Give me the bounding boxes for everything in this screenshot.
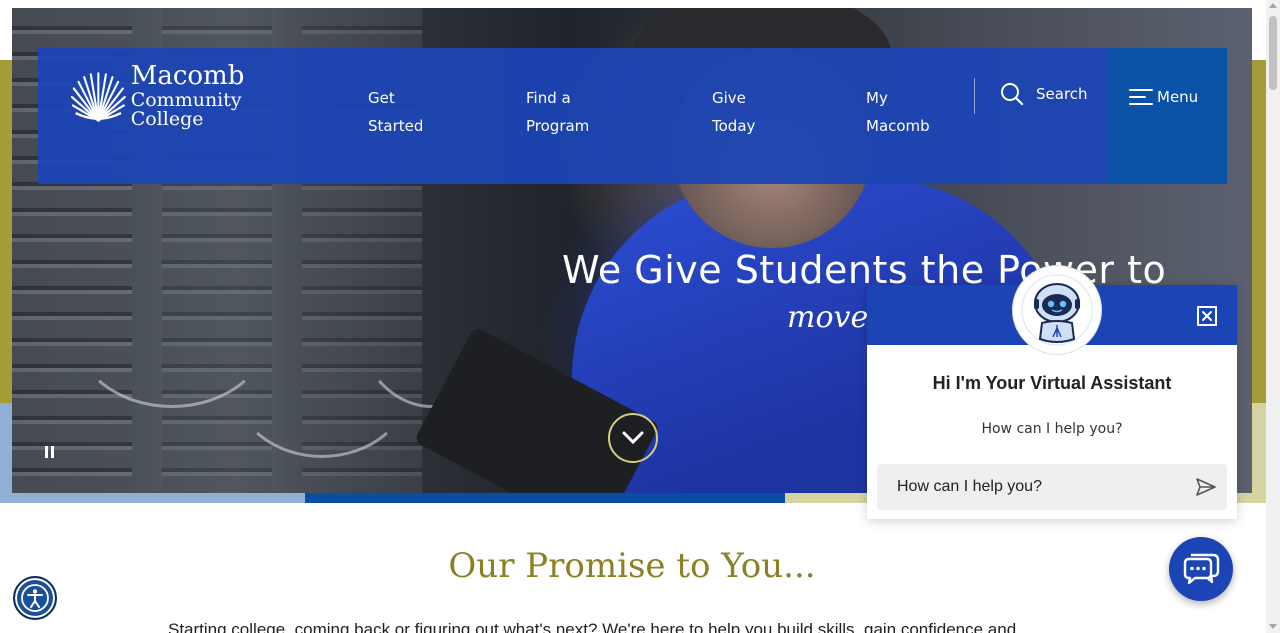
virtual-assistant-panel: Hi I'm Your Virtual Assistant How can I … [867,265,1237,519]
search-icon [1001,83,1024,106]
promise-body-text: Starting college, coming back or figurin… [168,620,1017,633]
logo-text-line2: Community College [130,89,242,130]
menu-label: Menu [1157,88,1199,106]
pause-icon[interactable] [40,444,60,464]
chat-launcher-button[interactable] [1169,537,1233,601]
right-olive-light-band [1252,403,1266,503]
nav-get-started[interactable]: Get Started [368,84,423,140]
accent-bar-blue [305,493,785,503]
menu-button[interactable]: Menu [1107,48,1227,184]
nav-label-line2: Started [368,117,424,135]
robot-avatar-icon [1012,265,1102,355]
accessibility-button[interactable] [13,576,57,620]
page: We Give Students the Power to move forwa… [0,0,1280,633]
shell-logo-icon [70,72,126,122]
nav-label-line2: Macomb [866,117,930,135]
nav-find-a-program[interactable]: Find a Program [526,84,589,140]
left-olive-band [0,60,12,403]
send-icon[interactable] [1195,476,1217,498]
search-button[interactable]: Search [1000,82,1088,106]
nav-label-line2: Today [712,117,756,135]
scroll-thumb[interactable] [1269,16,1277,90]
chevron-down-icon [622,431,644,445]
chat-subtitle: How can I help you? [981,421,1123,437]
page-scrollbar[interactable] [1266,0,1280,633]
scroll-down-button[interactable] [608,413,658,463]
accent-bar-light [12,493,305,503]
left-blue-band [0,403,12,503]
nav-label-line1: Get [368,89,395,107]
nav-label-line1: Give [712,89,746,107]
site-header: Macomb Community College Get Started Fin… [38,48,1227,184]
nav-divider [974,78,975,114]
scroll-up-arrow-icon[interactable] [1269,3,1277,8]
nav-give-today[interactable]: Give Today [712,84,755,140]
chat-input-container [877,464,1227,510]
accessibility-icon [21,584,49,612]
right-olive-band [1252,60,1266,403]
logo-text-line1: Macomb [130,61,245,91]
promise-heading: Our Promise to You... [448,546,816,586]
chat-title: Hi I'm Your Virtual Assistant [932,373,1172,393]
search-label: Search [1036,85,1088,103]
chat-input[interactable] [877,464,1187,510]
scroll-down-arrow-icon[interactable] [1269,624,1277,629]
close-icon[interactable] [1197,306,1217,326]
chat-bubbles-icon [1183,553,1220,585]
nav-label-line2: Program [526,117,590,135]
nav-label-line1: My [866,89,888,107]
hamburger-icon [1129,89,1153,105]
nav-label-line1: Find a [526,89,571,107]
site-logo[interactable]: Macomb Community College [70,61,310,130]
nav-my-macomb[interactable]: My Macomb [866,84,930,140]
